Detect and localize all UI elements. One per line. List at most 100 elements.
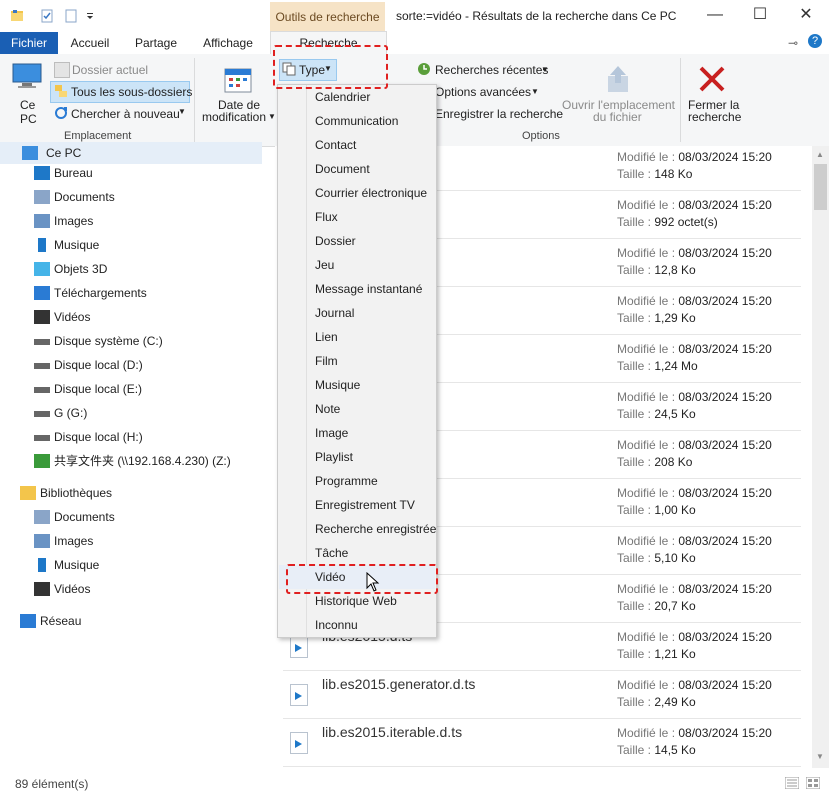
type-menu-item[interactable]: Vidéo bbox=[279, 565, 435, 589]
type-menu-item[interactable]: Programme bbox=[279, 469, 435, 493]
scroll-up-icon[interactable]: ▲ bbox=[816, 150, 824, 159]
recent-searches-button[interactable]: Recherches récentes bbox=[435, 63, 548, 77]
file-size: Taille : 12,8 Ko bbox=[617, 263, 696, 277]
search-again-dropdown-icon[interactable]: ▼ bbox=[178, 107, 186, 116]
details-view-icon[interactable] bbox=[785, 777, 799, 789]
type-menu-item-label: Vidéo bbox=[315, 570, 346, 584]
video-file-icon bbox=[290, 732, 308, 754]
type-menu-item[interactable]: Musique bbox=[279, 373, 435, 397]
tab-fichier[interactable]: Fichier bbox=[0, 32, 58, 54]
file-size: Taille : 24,5 Ko bbox=[617, 407, 696, 421]
properties-icon[interactable] bbox=[40, 9, 54, 23]
tab-accueil[interactable]: Accueil bbox=[62, 32, 118, 54]
type-menu-item[interactable]: Courrier électronique bbox=[279, 181, 435, 205]
type-menu-item[interactable]: Jeu bbox=[279, 253, 435, 277]
open-file-location-button-l2[interactable]: du fichier bbox=[593, 110, 642, 124]
type-menu-item[interactable]: Message instantané bbox=[279, 277, 435, 301]
recent-searches-dropdown-icon[interactable]: ▼ bbox=[541, 65, 549, 74]
type-menu-item[interactable]: Flux bbox=[279, 205, 435, 229]
size-value: 5,10 Ko bbox=[654, 551, 696, 565]
type-menu-item[interactable]: Historique Web bbox=[279, 589, 435, 613]
type-label: Type bbox=[299, 63, 326, 77]
videos-icon bbox=[34, 310, 50, 324]
modified-value: 08/03/2024 15:20 bbox=[678, 486, 772, 500]
type-menu-item[interactable]: Film bbox=[279, 349, 435, 373]
pin-ribbon-icon[interactable]: ⊸ bbox=[788, 36, 798, 50]
size-label: Taille : bbox=[617, 743, 652, 757]
modified-label: Modifié le : bbox=[617, 582, 676, 596]
customize-quick-access-icon[interactable] bbox=[85, 9, 95, 23]
save-search-button[interactable]: Enregistrer la recherche bbox=[435, 107, 563, 121]
size-value: 148 Ko bbox=[654, 167, 693, 181]
type-menu-item[interactable]: Document bbox=[279, 157, 435, 181]
advanced-options-dropdown-icon[interactable]: ▼ bbox=[531, 87, 539, 96]
title-bar: Outils de recherche sorte:=vidéo - Résul… bbox=[0, 0, 829, 32]
type-menu-item[interactable]: Inconnu bbox=[279, 613, 435, 637]
images-icon bbox=[34, 214, 50, 228]
type-menu-item[interactable]: Contact bbox=[279, 133, 435, 157]
nav-item-label: Disque local (H:) bbox=[54, 430, 143, 444]
help-icon[interactable]: ? bbox=[808, 34, 822, 48]
network-drive-icon bbox=[34, 454, 50, 468]
images-icon bbox=[34, 534, 50, 548]
size-label: Taille : bbox=[617, 359, 652, 373]
vertical-scrollbar[interactable]: ▲ ▼ bbox=[812, 146, 829, 768]
tab-partage[interactable]: Partage bbox=[128, 32, 184, 54]
ce-pc-button-l1[interactable]: Ce bbox=[20, 98, 35, 112]
modified-value: 08/03/2024 15:20 bbox=[678, 726, 772, 740]
maximize-button[interactable]: ☐ bbox=[737, 0, 783, 32]
type-menu-item-label: Contact bbox=[315, 138, 357, 152]
nav-item-label: Vidéos bbox=[54, 310, 91, 324]
type-menu-item[interactable]: Dossier bbox=[279, 229, 435, 253]
type-menu-item-label: Courrier électronique bbox=[315, 186, 428, 200]
file-size: Taille : 1,00 Ko bbox=[617, 503, 696, 517]
modified-date: Modifié le : 08/03/2024 15:20 bbox=[617, 534, 772, 548]
size-label: Taille : bbox=[617, 407, 652, 421]
type-menu-item[interactable]: Image bbox=[279, 421, 435, 445]
size-value: 992 octet(s) bbox=[654, 215, 718, 229]
type-menu-item[interactable]: Calendrier bbox=[279, 85, 435, 109]
size-value: 208 Ko bbox=[654, 455, 693, 469]
close-search-button-l2[interactable]: recherche bbox=[688, 110, 741, 124]
type-menu-item[interactable]: Recherche enregistrée bbox=[279, 517, 436, 541]
type-menu-item-label: Dossier bbox=[315, 234, 356, 248]
type-menu-item-label: Image bbox=[315, 426, 349, 440]
type-menu-item[interactable]: Tâche bbox=[279, 541, 435, 565]
type-menu-item[interactable]: Enregistrement TV bbox=[279, 493, 435, 517]
drive-icon bbox=[34, 363, 50, 369]
close-button[interactable]: ✕ bbox=[783, 0, 829, 32]
modified-date: Modifié le : 08/03/2024 15:20 bbox=[617, 486, 772, 500]
file-row[interactable]: lib.es2015.iterable.d.ts Modifié le : 08/… bbox=[283, 720, 801, 767]
folder-icon bbox=[11, 10, 23, 21]
ce-pc-button-l2[interactable]: PC bbox=[20, 112, 37, 126]
date-modified-dropdown-icon[interactable]: ▼ bbox=[268, 112, 276, 121]
modified-label: Modifié le : bbox=[617, 726, 676, 740]
minimize-button[interactable]: — bbox=[692, 0, 738, 32]
nav-item-0[interactable]: Ce PC bbox=[0, 142, 262, 164]
dossier-actuel-button[interactable]: Dossier actuel bbox=[72, 63, 148, 77]
advanced-options-button[interactable]: Options avancées bbox=[435, 85, 531, 99]
type-menu-item[interactable]: Note bbox=[279, 397, 435, 421]
new-folder-icon[interactable] bbox=[64, 9, 78, 23]
nav-item-label: Images bbox=[54, 214, 94, 228]
tab-recherche[interactable]: Recherche bbox=[270, 31, 387, 55]
modified-label: Modifié le : bbox=[617, 198, 676, 212]
tab-affichage[interactable]: Affichage bbox=[196, 32, 260, 54]
mouse-cursor-icon bbox=[366, 572, 380, 592]
type-menu-item[interactable]: Lien bbox=[279, 325, 435, 349]
type-menu-item[interactable]: Communication bbox=[279, 109, 435, 133]
type-menu-item[interactable]: Journal bbox=[279, 301, 435, 325]
type-menu-item[interactable]: Playlist bbox=[279, 445, 435, 469]
file-row[interactable]: lib.es2015.generator.d.ts Modifié le : 08… bbox=[283, 672, 801, 719]
options-group-label: Options bbox=[522, 130, 560, 142]
type-menu-item-label: Enregistrement TV bbox=[315, 498, 415, 512]
scroll-down-icon[interactable]: ▼ bbox=[816, 752, 824, 761]
search-again-button[interactable]: Chercher à nouveau bbox=[71, 107, 180, 121]
date-modified-button-l2[interactable]: modification bbox=[202, 110, 266, 124]
file-size: Taille : 14,5 Ko bbox=[617, 743, 696, 757]
documents-icon bbox=[34, 190, 50, 204]
computer-icon bbox=[12, 63, 42, 88]
large-icons-view-icon[interactable] bbox=[806, 777, 820, 789]
scrollbar-thumb[interactable] bbox=[814, 164, 827, 210]
modified-value: 08/03/2024 15:20 bbox=[678, 294, 772, 308]
